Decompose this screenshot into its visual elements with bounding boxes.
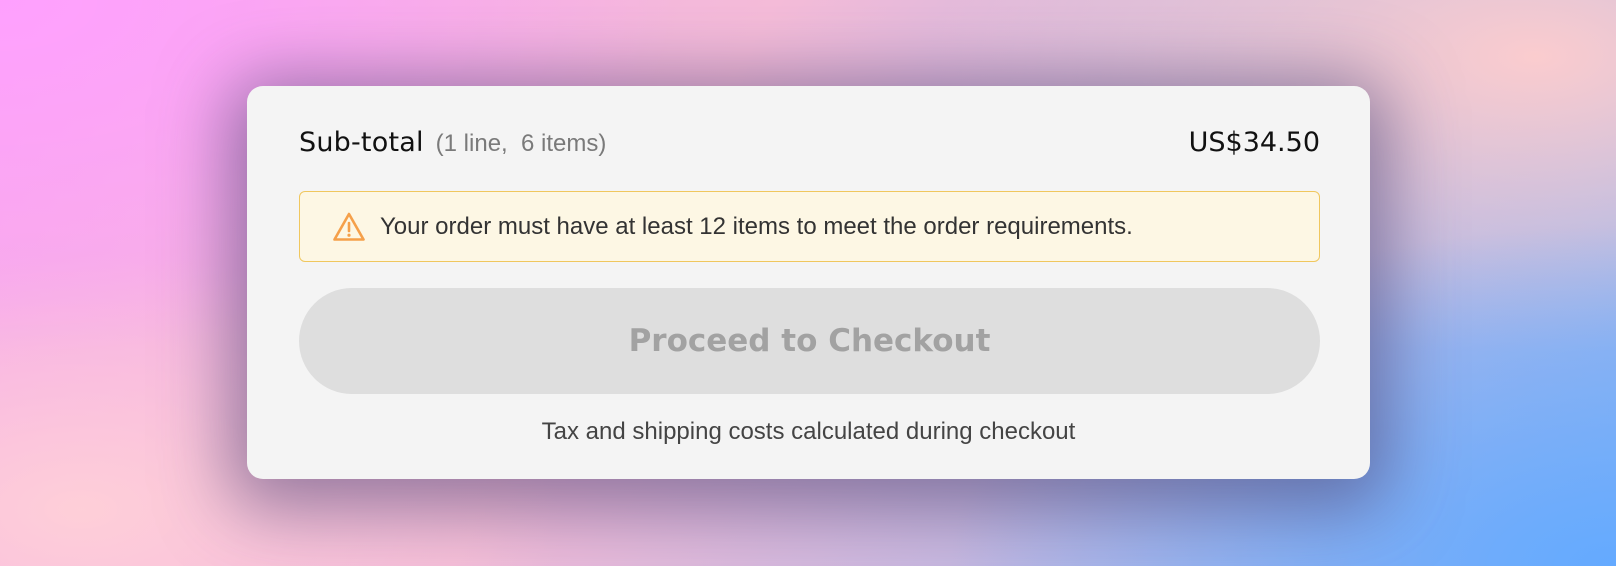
proceed-to-checkout-button[interactable]: Proceed to Checkout xyxy=(299,288,1320,394)
subtotal-price: US$34.50 xyxy=(1188,126,1320,158)
subtotal-item-count: (1 line, 6 items) xyxy=(435,129,607,157)
cart-summary-card: Sub-total (1 line, 6 items) US$34.50 You… xyxy=(247,86,1370,479)
order-requirement-warning: Your order must have at least 12 items t… xyxy=(299,191,1320,262)
subtotal-left: Sub-total (1 line, 6 items) xyxy=(299,127,606,158)
subtotal-label: Sub-total xyxy=(299,126,424,158)
warning-message: Your order must have at least 12 items t… xyxy=(380,212,1133,240)
warning-triangle-icon xyxy=(332,211,366,243)
subtotal-row: Sub-total (1 line, 6 items) US$34.50 xyxy=(299,122,1320,162)
tax-shipping-note: Tax and shipping costs calculated during… xyxy=(541,418,1076,445)
